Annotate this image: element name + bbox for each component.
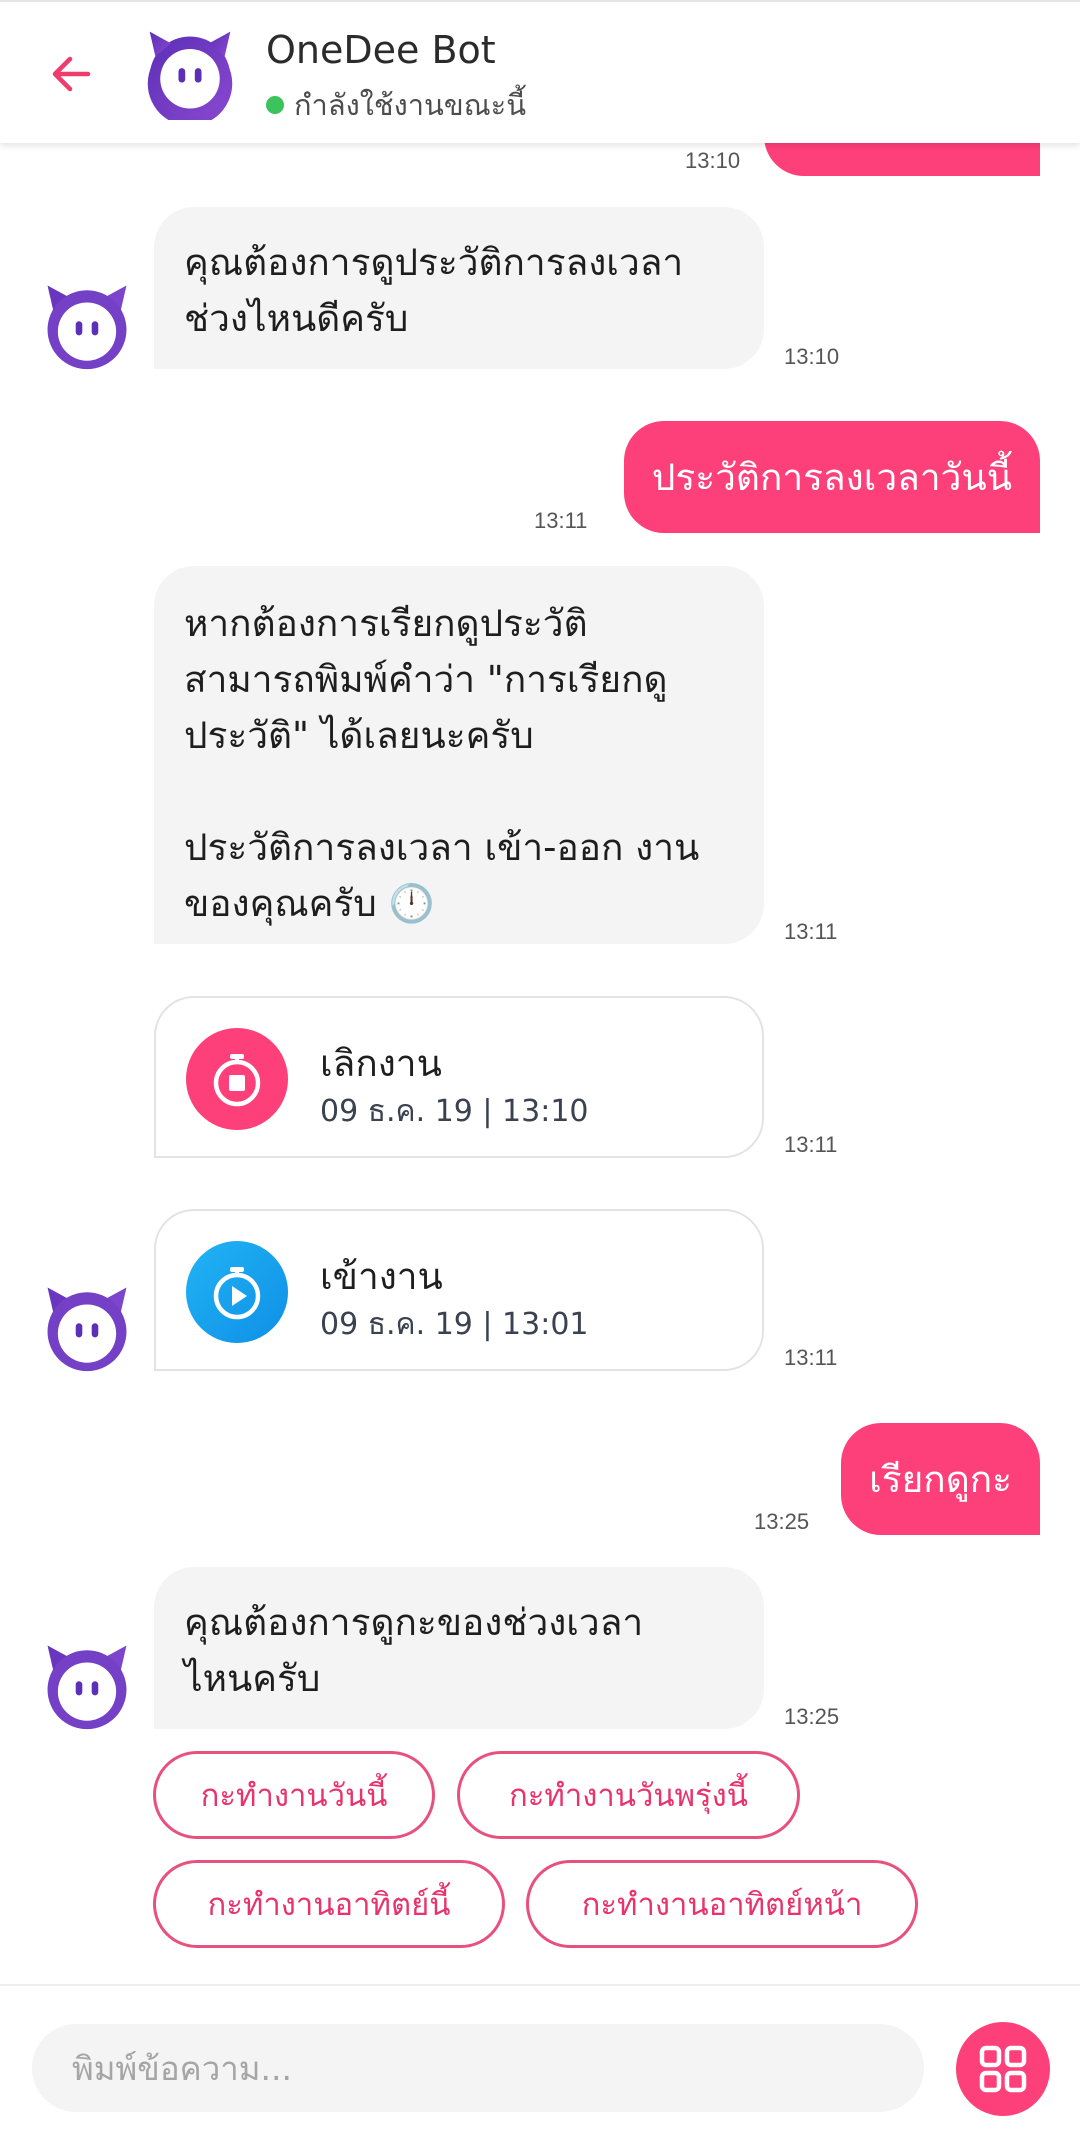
menu-button[interactable]	[956, 2022, 1050, 2116]
stop-timer-icon	[186, 1028, 288, 1130]
bot-avatar[interactable]	[142, 24, 238, 120]
quick-reply-next-week-shift[interactable]: กะทำงานอาทิตย์หน้า	[526, 1860, 918, 1948]
bot-face-icon	[47, 1287, 127, 1372]
quick-reply-today-shift[interactable]: กะทำงานวันนี้	[153, 1751, 435, 1839]
start-timer-icon	[186, 1241, 288, 1343]
bot-face-icon	[47, 285, 127, 370]
quick-reply-label: กะทำงานวันพรุ่งนี้	[508, 1778, 748, 1814]
user-message-bubble: เรียกดูกะ	[841, 1423, 1040, 1535]
arrow-left-icon	[52, 56, 91, 92]
bot-message-text: หากต้องการเรียกดูประวัติ สามารถพิมพ์คำว่…	[184, 602, 700, 925]
bot-message-bubble: หากต้องการเรียกดูประวัติ สามารถพิมพ์คำว่…	[154, 566, 764, 944]
online-status: กำลังใช้งานขณะนี้	[266, 82, 526, 128]
chat-title: OneDee Bot	[266, 28, 496, 72]
card-datetime: 09 ธ.ค. 19 | 13:10	[320, 1094, 589, 1129]
quick-reply-label: กะทำงานวันนี้	[200, 1778, 388, 1814]
chat-header: OneDee Bot กำลังใช้งานขณะนี้	[0, 0, 1080, 143]
bot-message-text: คุณต้องการดูกะของช่วงเวลา ไหนครับ	[184, 1601, 644, 1700]
bot-avatar	[40, 1280, 134, 1374]
online-dot-icon	[266, 96, 284, 114]
message-input[interactable]	[32, 2024, 924, 2112]
message-time: 13:10	[685, 148, 741, 173]
grid-menu-icon	[979, 2045, 1027, 2093]
attendance-card-clock-out[interactable]: เลิกงาน 09 ธ.ค. 19 | 13:10	[154, 996, 764, 1158]
quick-reply-tomorrow-shift[interactable]: กะทำงานวันพรุ่งนี้	[457, 1751, 800, 1839]
bot-avatar	[40, 1638, 134, 1732]
quick-reply-label: กะทำงานอาทิตย์นี้	[207, 1887, 451, 1923]
message-time: 13:11	[534, 508, 588, 533]
card-title: เลิกงาน	[320, 1042, 442, 1085]
user-message-text: ประวัติการลงเวลาวันนี้	[651, 455, 1012, 499]
bot-message-bubble: คุณต้องการดูกะของช่วงเวลา ไหนครับ	[154, 1567, 764, 1729]
quick-reply-label: กะทำงานอาทิตย์หน้า	[581, 1887, 863, 1923]
message-time: 13:10	[784, 344, 840, 369]
message-time: 13:25	[754, 1509, 810, 1534]
message-time: 13:11	[784, 1345, 838, 1370]
card-datetime: 09 ธ.ค. 19 | 13:01	[320, 1307, 589, 1342]
user-message-bubble: ประวัติการลงเวลาวันนี้	[623, 421, 1040, 533]
card-title: เข้างาน	[320, 1255, 443, 1298]
online-status-label: กำลังใช้งานขณะนี้	[294, 88, 527, 122]
bot-message-text: คุณต้องการดูประวัติการลงเวลา ช่วงไหนดีคร…	[184, 241, 684, 340]
message-time: 13:25	[784, 1704, 840, 1729]
bot-face-icon	[47, 1645, 127, 1730]
back-button[interactable]	[44, 46, 100, 102]
message-time: 13:11	[784, 1132, 838, 1157]
quick-reply-this-week-shift[interactable]: กะทำงานอาทิตย์นี้	[153, 1860, 505, 1948]
bot-message-bubble: คุณต้องการดูประวัติการลงเวลา ช่วงไหนดีคร…	[154, 207, 764, 369]
bot-avatar	[40, 278, 134, 372]
message-composer	[0, 1984, 1080, 2144]
user-message-text: เรียกดูกะ	[869, 1457, 1012, 1501]
message-time: 13:11	[784, 919, 838, 944]
attendance-card-clock-in[interactable]: เข้างาน 09 ธ.ค. 19 | 13:01	[154, 1209, 764, 1371]
